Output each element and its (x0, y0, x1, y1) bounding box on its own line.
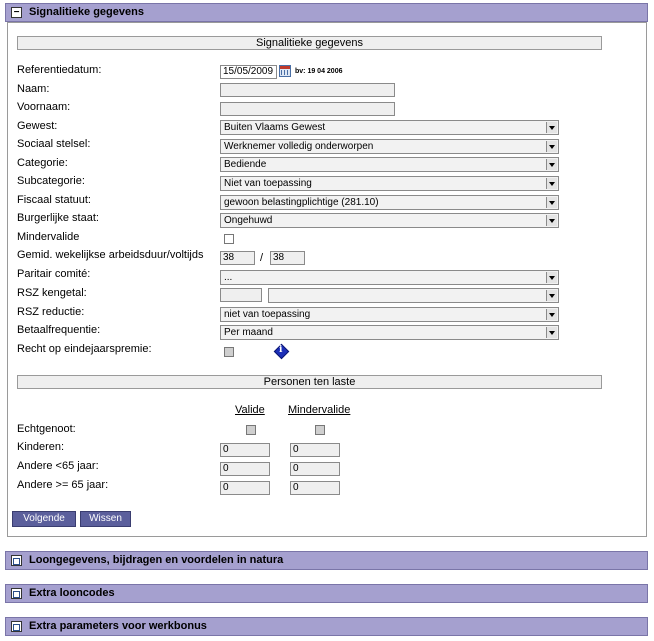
panel-title: Extra looncodes (29, 587, 115, 599)
sociaal-stelsel-value: Werknemer volledig onderworpen (224, 141, 374, 152)
label-gewest: Gewest: (17, 120, 58, 132)
dropdown-arrow-icon[interactable] (546, 290, 557, 301)
voltijds-input[interactable]: 38 (270, 251, 305, 265)
andere-boven-65-valide-input[interactable]: 0 (220, 481, 270, 495)
subcategorie-value: Niet van toepassing (224, 178, 312, 189)
rsz-kengetal-input[interactable] (220, 288, 262, 302)
panel-title: Loongegevens, bijdragen en voordelen in … (29, 554, 284, 566)
collapse-icon[interactable]: − (11, 7, 22, 18)
echtgenoot-valide-checkbox[interactable] (246, 425, 256, 435)
wissen-button[interactable]: Wissen (80, 511, 131, 527)
betaalfrequentie-select[interactable]: Per maand (220, 325, 559, 340)
dropdown-arrow-icon[interactable] (546, 327, 557, 338)
panel-header-extra-looncodes[interactable]: Extra looncodes (5, 584, 648, 603)
dropdown-arrow-icon[interactable] (546, 215, 557, 226)
dropdown-arrow-icon[interactable] (546, 122, 557, 133)
volgende-button[interactable]: Volgende (12, 511, 76, 527)
label-rsz-kengetal: RSZ kengetal: (17, 287, 87, 299)
label-mindervalide: Mindervalide (17, 231, 80, 243)
panel-title: Extra parameters voor werkbonus (29, 620, 207, 632)
label-eindejaarspremie: Recht op eindejaarspremie: (17, 343, 152, 355)
gewest-select[interactable]: Buiten Vlaams Gewest (220, 120, 559, 135)
rsz-kengetal-select[interactable] (268, 288, 559, 303)
mindervalide-checkbox[interactable] (224, 234, 234, 244)
burgerlijke-staat-value: Ongehuwd (224, 215, 273, 226)
dropdown-arrow-icon[interactable] (546, 141, 557, 152)
andere-onder-65-valide-input[interactable]: 0 (220, 462, 270, 476)
info-icon[interactable]: i (273, 343, 290, 360)
panel-header-werkbonus[interactable]: Extra parameters voor werkbonus (5, 617, 648, 636)
rsz-reductie-value: niet van toepassing (224, 309, 311, 320)
andere-boven-65-mindervalide-input[interactable]: 0 (290, 481, 340, 495)
dropdown-arrow-icon[interactable] (546, 272, 557, 283)
label-rsz-reductie: RSZ reductie: (17, 306, 85, 318)
kinderen-mindervalide-input[interactable]: 0 (290, 443, 340, 457)
label-referentiedatum: Referentiedatum: (17, 64, 102, 76)
arbeidsduur-separator: / (260, 252, 264, 264)
voornaam-input[interactable] (220, 102, 395, 116)
betaalfrequentie-value: Per maand (224, 327, 273, 338)
paritair-comite-value: ... (224, 272, 233, 283)
label-andere-onder-65: Andere <65 jaar: (17, 460, 99, 472)
categorie-value: Bediende (224, 159, 267, 170)
label-arbeidsduur: Gemid. wekelijkse arbeidsduur/voltijds (17, 249, 204, 261)
label-fiscaal-statuut: Fiscaal statuut: (17, 194, 91, 206)
naam-input[interactable] (220, 83, 395, 97)
referentiedatum-input[interactable]: 15/05/2009 (220, 65, 277, 79)
expand-icon[interactable] (11, 555, 22, 566)
dropdown-arrow-icon[interactable] (546, 159, 557, 170)
burgerlijke-staat-select[interactable]: Ongehuwd (220, 213, 559, 228)
label-andere-boven-65: Andere >= 65 jaar: (17, 479, 109, 491)
subcategorie-select[interactable]: Niet van toepassing (220, 176, 559, 191)
eindejaarspremie-checkbox[interactable] (224, 347, 234, 357)
expand-icon[interactable] (11, 588, 22, 599)
sociaal-stelsel-select[interactable]: Werknemer volledig onderworpen (220, 139, 559, 154)
label-burgerlijke-staat: Burgerlijke staat: (17, 212, 99, 224)
calendar-icon[interactable] (279, 65, 291, 77)
panel-header-signalitieke[interactable]: − Signalitieke gegevens (5, 3, 648, 22)
label-betaalfrequentie: Betaalfrequentie: (17, 324, 101, 336)
label-voornaam: Voornaam: (17, 101, 71, 113)
paritair-comite-select[interactable]: ... (220, 270, 559, 285)
andere-onder-65-mindervalide-input[interactable]: 0 (290, 462, 340, 476)
date-hint: bv: 19 04 2006 (295, 68, 343, 75)
dropdown-arrow-icon[interactable] (546, 178, 557, 189)
label-subcategorie: Subcategorie: (17, 175, 85, 187)
dropdown-arrow-icon[interactable] (546, 309, 557, 320)
fiscaal-statuut-value: gewoon belastingplichtige (281.10) (224, 197, 379, 208)
label-echtgenoot: Echtgenoot: (17, 423, 76, 435)
gewest-value: Buiten Vlaams Gewest (224, 122, 326, 133)
expand-icon[interactable] (11, 621, 22, 632)
dropdown-arrow-icon[interactable] (546, 197, 557, 208)
panel-header-loongegevens[interactable]: Loongegevens, bijdragen en voordelen in … (5, 551, 648, 570)
panel-title: Signalitieke gegevens (29, 6, 144, 18)
arbeidsduur-input[interactable]: 38 (220, 251, 255, 265)
categorie-select[interactable]: Bediende (220, 157, 559, 172)
echtgenoot-mindervalide-checkbox[interactable] (315, 425, 325, 435)
section-title-personen: Personen ten laste (17, 375, 602, 389)
rsz-reductie-select[interactable]: niet van toepassing (220, 307, 559, 322)
kinderen-valide-input[interactable]: 0 (220, 443, 270, 457)
label-categorie: Categorie: (17, 157, 68, 169)
col-valide: Valide (235, 404, 265, 416)
label-paritair-comite: Paritair comité: (17, 268, 91, 280)
label-sociaal-stelsel: Sociaal stelsel: (17, 138, 91, 150)
col-mindervalide: Mindervalide (288, 404, 351, 416)
label-kinderen: Kinderen: (17, 441, 65, 453)
fiscaal-statuut-select[interactable]: gewoon belastingplichtige (281.10) (220, 195, 559, 210)
label-naam: Naam: (17, 83, 50, 95)
section-title-signalitieke: Signalitieke gegevens (17, 36, 602, 50)
